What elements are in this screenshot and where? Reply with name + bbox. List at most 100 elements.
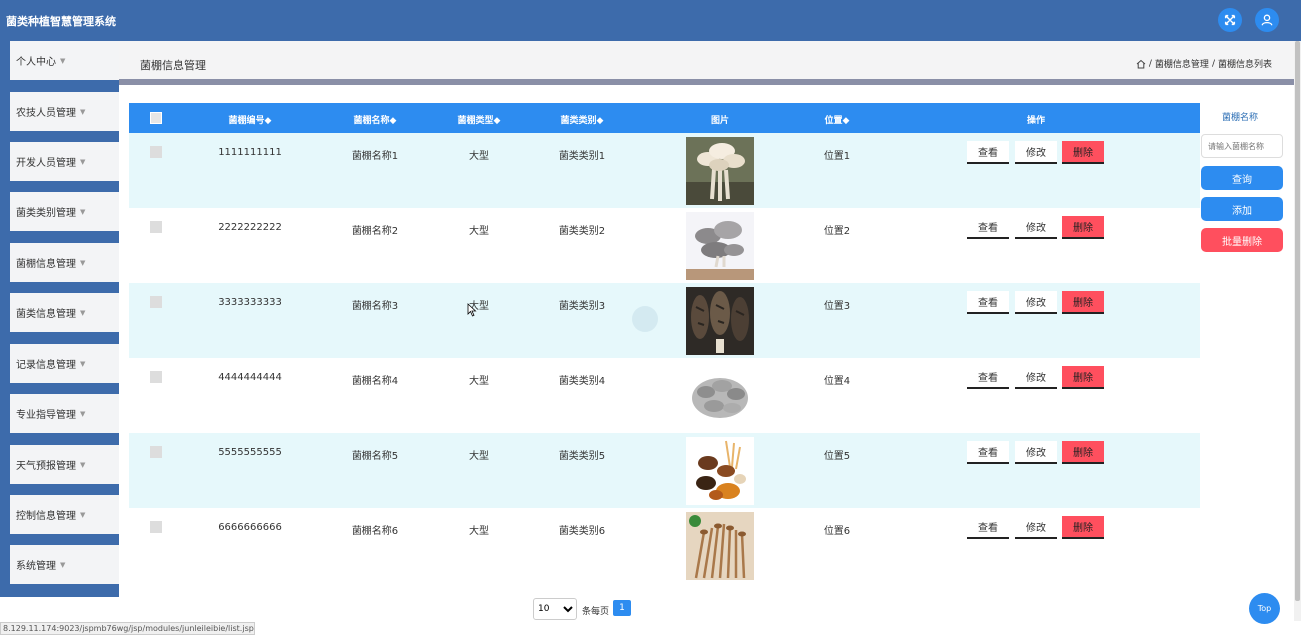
- enoki-mushroom-photo: [686, 512, 754, 580]
- chevron-down-icon: ▼: [80, 359, 86, 368]
- delete-button[interactable]: 删除: [1062, 441, 1104, 464]
- sidebar-item-developers[interactable]: 开发人员管理 ▼: [10, 142, 119, 181]
- sidebar-item-records[interactable]: 记录信息管理 ▼: [10, 344, 119, 383]
- add-button[interactable]: 添加: [1201, 197, 1283, 221]
- row-checkbox[interactable]: [150, 371, 162, 383]
- scrollbar-thumb[interactable]: [1295, 41, 1300, 601]
- column-header-name[interactable]: 菌棚名称◆: [354, 113, 397, 126]
- delete-button[interactable]: 删除: [1062, 366, 1104, 389]
- sidebar-item-label: 控制信息管理: [16, 511, 76, 522]
- greenhouse-table: 菌棚编号◆ 菌棚名称◆ 菌棚类型◆ 菌类类别◆ 图片 位置◆ 操作 111111…: [129, 103, 1200, 583]
- sidebar-item-label: 个人中心: [16, 57, 56, 68]
- cell-category: 菌类类别3: [558, 301, 606, 312]
- page-size-select[interactable]: 10: [533, 598, 577, 620]
- vertical-scrollbar[interactable]: [1294, 41, 1301, 621]
- edit-button[interactable]: 修改: [1015, 441, 1057, 464]
- edit-button[interactable]: 修改: [1015, 216, 1057, 239]
- sidebar-item-weather[interactable]: 天气预报管理 ▼: [10, 445, 119, 484]
- column-header-id[interactable]: 菌棚编号◆: [229, 113, 272, 126]
- batch-delete-button[interactable]: 批量删除: [1201, 228, 1283, 252]
- column-header-type[interactable]: 菌棚类型◆: [458, 113, 501, 126]
- mixed-mushrooms-photo: [686, 437, 754, 505]
- cell-position: 位置1: [823, 151, 851, 162]
- view-button[interactable]: 查看: [967, 291, 1009, 314]
- cell-id: 2222222222: [218, 222, 282, 233]
- sidebar-item-fungus-category[interactable]: 菌类类别管理 ▼: [10, 192, 119, 231]
- cell-position: 位置6: [823, 526, 851, 537]
- row-checkbox[interactable]: [150, 446, 162, 458]
- cell-name: 菌棚名称3: [351, 301, 399, 312]
- breadcrumb-item[interactable]: 菌棚信息管理: [1155, 57, 1209, 70]
- sidebar-item-system[interactable]: 系统管理 ▼: [10, 545, 119, 584]
- back-to-top-button[interactable]: Top: [1249, 593, 1280, 624]
- edit-button[interactable]: 修改: [1015, 366, 1057, 389]
- delete-button[interactable]: 删除: [1062, 516, 1104, 539]
- view-button[interactable]: 查看: [967, 516, 1009, 539]
- sidebar-item-label: 系统管理: [16, 561, 56, 572]
- sidebar-item-label: 菌类类别管理: [16, 208, 76, 219]
- chevron-down-icon: ▼: [80, 258, 86, 267]
- chevron-down-icon: ▼: [80, 207, 86, 216]
- sidebar-item-label: 天气预报管理: [16, 461, 76, 472]
- cell-category: 菌类类别5: [558, 451, 606, 462]
- view-button[interactable]: 查看: [967, 366, 1009, 389]
- delete-button[interactable]: 删除: [1062, 291, 1104, 314]
- maitake-mushroom-photo: [686, 362, 754, 430]
- delete-button[interactable]: 删除: [1062, 141, 1104, 164]
- view-button[interactable]: 查看: [967, 141, 1009, 164]
- fullscreen-icon[interactable]: [1218, 8, 1242, 32]
- table-row: 6666666666 菌棚名称6 大型 菌类类别6 位置6 查看 修改 删除: [129, 508, 1200, 583]
- click-ripple: [632, 306, 658, 332]
- table-row: 5555555555 菌棚名称5 大型 菌类类别5 位置5 查看 修改 删除: [129, 433, 1200, 508]
- home-icon[interactable]: [1136, 59, 1146, 69]
- app-title: 菌类种植智慧管理系统: [6, 15, 116, 28]
- sidebar-item-label: 菌类信息管理: [16, 309, 76, 320]
- page-header: 菌棚信息管理 / 菌棚信息管理 / 菌棚信息列表: [119, 41, 1294, 82]
- table-row: 1111111111 菌棚名称1 大型 菌类类别1 位置1 查看 修改 删除: [129, 133, 1200, 208]
- select-all-checkbox[interactable]: [150, 112, 162, 124]
- cell-type: 大型: [469, 451, 489, 462]
- column-header-position[interactable]: 位置◆: [825, 113, 850, 126]
- chevron-down-icon: ▼: [80, 157, 86, 166]
- query-button[interactable]: 查询: [1201, 166, 1283, 190]
- chevron-down-icon: ▼: [80, 308, 86, 317]
- user-icon[interactable]: [1255, 8, 1279, 32]
- cell-position: 位置2: [823, 226, 851, 237]
- row-checkbox[interactable]: [150, 221, 162, 233]
- row-checkbox[interactable]: [150, 521, 162, 533]
- sidebar-item-control[interactable]: 控制信息管理 ▼: [10, 495, 119, 534]
- cell-position: 位置4: [823, 376, 851, 387]
- cell-category: 菌类类别4: [558, 376, 606, 387]
- chevron-down-icon: ▼: [80, 460, 86, 469]
- view-button[interactable]: 查看: [967, 216, 1009, 239]
- cell-position: 位置3: [823, 301, 851, 312]
- chevron-down-icon: ▼: [80, 510, 86, 519]
- sidebar-item-greenhouse-info[interactable]: 菌棚信息管理 ▼: [10, 243, 119, 282]
- sidebar-item-guidance[interactable]: 专业指导管理 ▼: [10, 394, 119, 433]
- chevron-down-icon: ▼: [60, 56, 66, 65]
- delete-button[interactable]: 删除: [1062, 216, 1104, 239]
- sidebar-item-label: 专业指导管理: [16, 410, 76, 421]
- cell-type: 大型: [469, 151, 489, 162]
- cell-id: 4444444444: [218, 372, 282, 383]
- sidebar-item-personal-center[interactable]: 个人中心 ▼: [10, 41, 119, 80]
- column-header-category[interactable]: 菌类类别◆: [561, 113, 604, 126]
- cell-name: 菌棚名称4: [351, 376, 399, 387]
- page-number-current[interactable]: 1: [613, 600, 631, 616]
- view-button[interactable]: 查看: [967, 441, 1009, 464]
- sidebar-item-agri-staff[interactable]: 农技人员管理 ▼: [10, 92, 119, 131]
- search-input[interactable]: [1201, 134, 1283, 158]
- sidebar-item-fungus-info[interactable]: 菌类信息管理 ▼: [10, 293, 119, 332]
- cell-type: 大型: [469, 376, 489, 387]
- per-page-label: 条每页: [582, 607, 610, 617]
- row-checkbox[interactable]: [150, 146, 162, 158]
- table-row: 4444444444 菌棚名称4 大型 菌类类别4 位置4 查看 修改 删除: [129, 358, 1200, 433]
- edit-button[interactable]: 修改: [1015, 516, 1057, 539]
- edit-button[interactable]: 修改: [1015, 291, 1057, 314]
- cell-position: 位置5: [823, 451, 851, 462]
- page-title: 菌棚信息管理: [140, 59, 206, 72]
- breadcrumb-item-current: 菌棚信息列表: [1217, 60, 1272, 70]
- edit-button[interactable]: 修改: [1015, 141, 1057, 164]
- cell-type: 大型: [469, 526, 489, 537]
- row-checkbox[interactable]: [150, 296, 162, 308]
